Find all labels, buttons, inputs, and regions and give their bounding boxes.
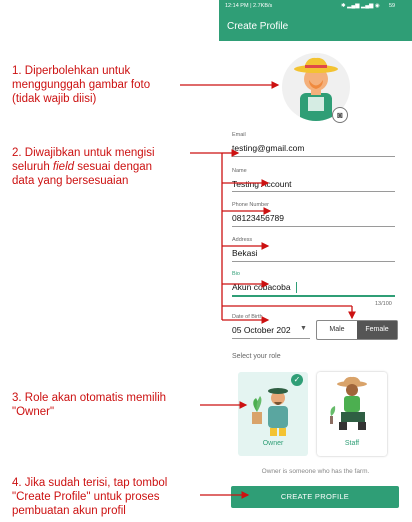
annotation-arrows (180, 81, 356, 499)
